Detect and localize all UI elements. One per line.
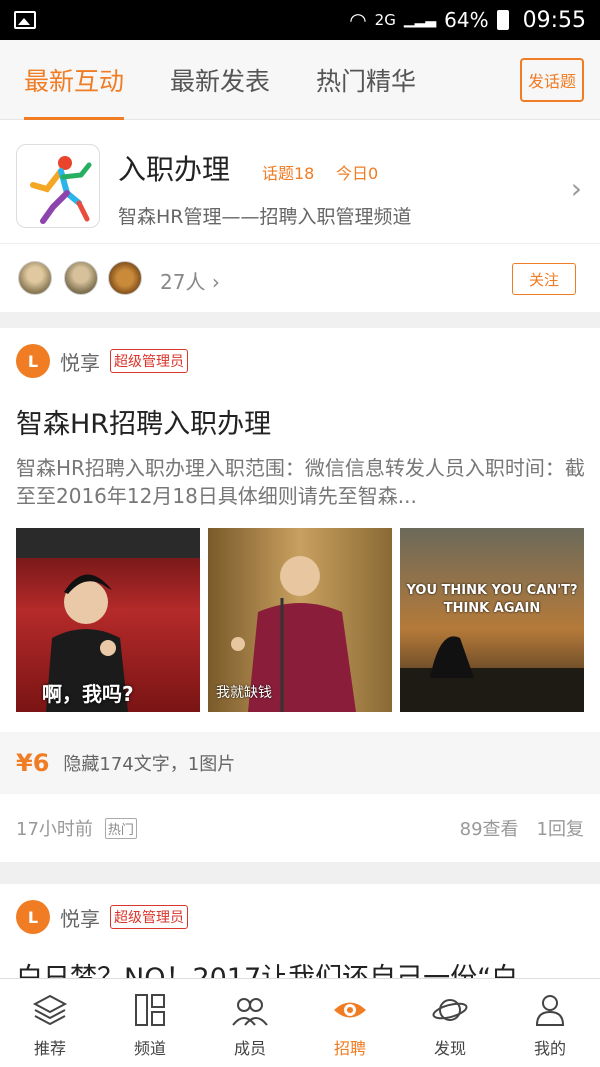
channel-topic-count: 话题18 [262,164,315,183]
paid-content-bar[interactable]: ¥6 隐藏174文字，1图片 [0,732,600,794]
post-excerpt: 智森HR招聘入职办理入职范围：微信信息转发人员入职时间：截至至2016年12月1… [16,456,585,508]
nav-recruit[interactable]: 招聘 [300,979,400,1067]
nav-label: 招聘 [333,1039,366,1058]
channel-title: 入职办理 [118,153,231,186]
author-logo-icon[interactable]: L [16,344,50,378]
author-name[interactable]: 悦享 [60,903,100,932]
post-author-row: L 悦享 超级管理员 [16,344,188,378]
post-image[interactable]: 啊，我吗? [16,528,200,712]
member-count[interactable]: 27人 › [160,266,220,295]
channel-today-count: 今日0 [336,164,379,183]
avatar[interactable] [108,261,142,295]
author-logo-icon[interactable]: L [16,900,50,934]
nav-label: 成员 [233,1039,266,1058]
tab-latest-interaction[interactable]: 最新互动 [24,40,125,120]
image-caption: YOU THINK YOU CAN'T? THINK AGAIN [406,583,578,616]
image-caption: 我就缺钱 [216,685,272,701]
content-tabs: 最新互动 最新发表 热门精华 发话题 [0,40,600,120]
channel-description: 智森HR管理——招聘入职管理频道 [118,206,412,228]
avatar[interactable] [64,261,98,295]
status-bar: ◠ 2G ▁▂▃ 64% 09:55 [0,0,600,40]
nav-mine[interactable]: 我的 [500,979,600,1067]
follow-button[interactable]: 关注 [512,263,576,295]
grid-icon [135,994,165,1026]
image-notification-icon [14,11,36,29]
hidden-content-note: 隐藏174文字，1图片 [63,754,236,775]
view-count: 89查看 [459,819,519,840]
admin-badge: 超级管理员 [110,349,188,373]
eye-icon [334,1002,366,1018]
post-time: 17小时前 [16,819,93,840]
section-divider [0,862,600,884]
battery-percent: 64% [444,8,489,32]
nav-label: 频道 [133,1039,166,1058]
nav-members[interactable]: 成员 [200,979,300,1067]
chevron-right-icon: › [570,172,582,205]
signal-icon: ▁▂▃ [403,12,437,28]
bottom-navigation: 推荐 频道 成员 招聘 发现 我的 [0,978,600,1067]
nav-label: 发现 [433,1039,466,1058]
avatar[interactable] [18,261,52,295]
post-image[interactable]: 我就缺钱 [208,528,392,712]
section-divider [0,312,600,328]
nav-label: 我的 [533,1039,566,1058]
chevron-right-icon: › [211,270,220,294]
planet-icon [432,999,468,1021]
author-name[interactable]: 悦享 [60,347,100,376]
channel-members-row: 27人 › 关注 [0,244,600,312]
clock: 09:55 [522,7,586,33]
tab-hot-essence[interactable]: 热门精华 [316,40,416,120]
post-topic-button[interactable]: 发话题 [519,57,584,102]
price: ¥6 [16,749,50,777]
post-image[interactable]: YOU THINK YOU CAN'T? THINK AGAIN [400,528,584,712]
post-author-row: L 悦享 超级管理员 [16,900,188,934]
network-type: 2G [374,11,396,29]
nav-channel[interactable]: 频道 [100,979,200,1067]
nav-discover[interactable]: 发现 [400,979,500,1067]
hot-badge: 热门 [104,817,137,839]
tab-latest-published[interactable]: 最新发表 [170,40,270,120]
layers-icon [32,994,68,1026]
user-icon [535,995,565,1026]
admin-badge: 超级管理员 [110,905,188,929]
nav-recommend[interactable]: 推荐 [0,979,100,1067]
nav-label: 推荐 [33,1039,66,1058]
channel-logo [16,144,100,228]
reply-count: 1回复 [536,819,584,840]
people-icon [232,998,268,1026]
image-caption: 啊，我吗? [42,682,134,706]
wifi-icon: ◠ [349,8,367,32]
channel-card[interactable]: 入职办理 话题18 今日0 智森HR管理——招聘入职管理频道 › [0,120,600,244]
post-title[interactable]: 智森HR招聘入职办理 [16,402,271,441]
post-meta: 17小时前 热门 89查看 1回复 [0,796,600,860]
battery-icon [496,10,509,30]
